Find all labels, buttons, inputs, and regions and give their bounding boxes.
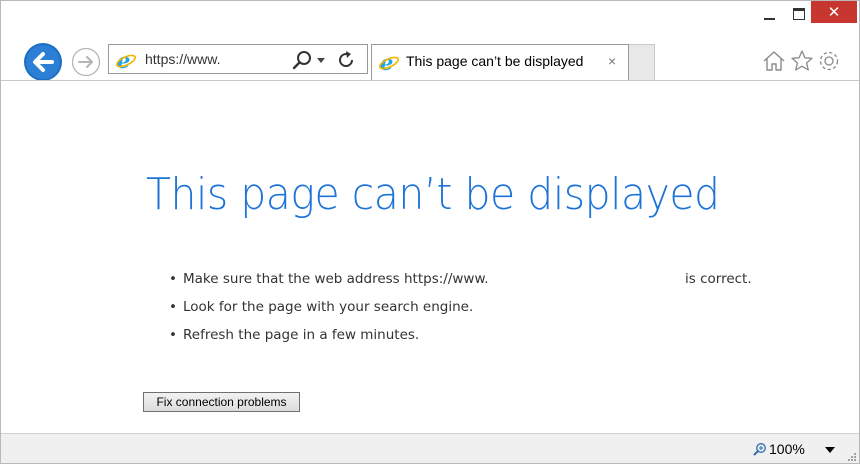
zoom-icon[interactable]: [753, 442, 767, 456]
ie-logo-icon: e: [115, 49, 137, 71]
back-arrow-icon: [24, 43, 62, 81]
favorites-star-icon[interactable]: [789, 48, 815, 74]
bullet-marker: •: [169, 327, 177, 343]
back-button[interactable]: [23, 42, 63, 82]
minimize-button[interactable]: [754, 1, 784, 27]
close-icon: ✕: [827, 3, 841, 21]
minimize-icon: [763, 18, 775, 20]
resize-grip-icon[interactable]: [847, 452, 857, 462]
tab-close-icon[interactable]: ×: [608, 53, 616, 69]
settings-gear-icon[interactable]: [816, 48, 842, 74]
title-bar: ✕: [1, 1, 859, 37]
zoom-dropdown-icon[interactable]: [825, 446, 835, 454]
refresh-icon[interactable]: [335, 49, 357, 71]
home-icon[interactable]: [761, 48, 787, 74]
forward-button[interactable]: [71, 47, 101, 77]
maximize-button[interactable]: [784, 1, 814, 27]
list-item: • Look for the page with your search eng…: [169, 293, 789, 321]
address-bar[interactable]: e https://www.: [108, 44, 368, 74]
address-input-value[interactable]: https://www.: [145, 51, 220, 67]
tab-active[interactable]: e This page can’t be displayed ×: [371, 44, 629, 80]
chevron-down-icon[interactable]: [315, 54, 327, 66]
toolbar-divider: [1, 80, 859, 81]
zoom-level[interactable]: 100%: [769, 441, 805, 457]
bullet-marker: •: [169, 271, 177, 287]
list-item: • Make sure that the web address https:/…: [169, 265, 789, 293]
suggestion-list: • Make sure that the web address https:/…: [169, 265, 789, 349]
list-item-text: Make sure that the web address https://w…: [183, 271, 489, 287]
new-tab-button[interactable]: [629, 44, 655, 80]
tab-title: This page can’t be displayed: [406, 53, 584, 69]
page-heading: This page can’t be displayed: [146, 169, 720, 220]
list-item-text: Refresh the page in a few minutes.: [183, 327, 420, 343]
navigation-bar: e https://www. e This page can’t be disp…: [1, 39, 859, 81]
fix-connection-button[interactable]: Fix connection problems: [143, 392, 300, 412]
list-item-text: Look for the page with your search engin…: [183, 299, 474, 315]
bullet-marker: •: [169, 299, 177, 315]
ie-tab-icon: e: [378, 51, 400, 73]
browser-window: ✕ e https://www. e This page can’t be di…: [0, 0, 860, 464]
status-bar: 100%: [1, 433, 859, 463]
search-icon[interactable]: [291, 49, 313, 71]
maximize-icon: [793, 8, 805, 20]
list-item: • Refresh the page in a few minutes.: [169, 321, 789, 349]
list-item-suffix: is correct.: [685, 271, 752, 287]
forward-arrow-icon: [71, 47, 101, 77]
close-window-button[interactable]: ✕: [811, 1, 857, 23]
